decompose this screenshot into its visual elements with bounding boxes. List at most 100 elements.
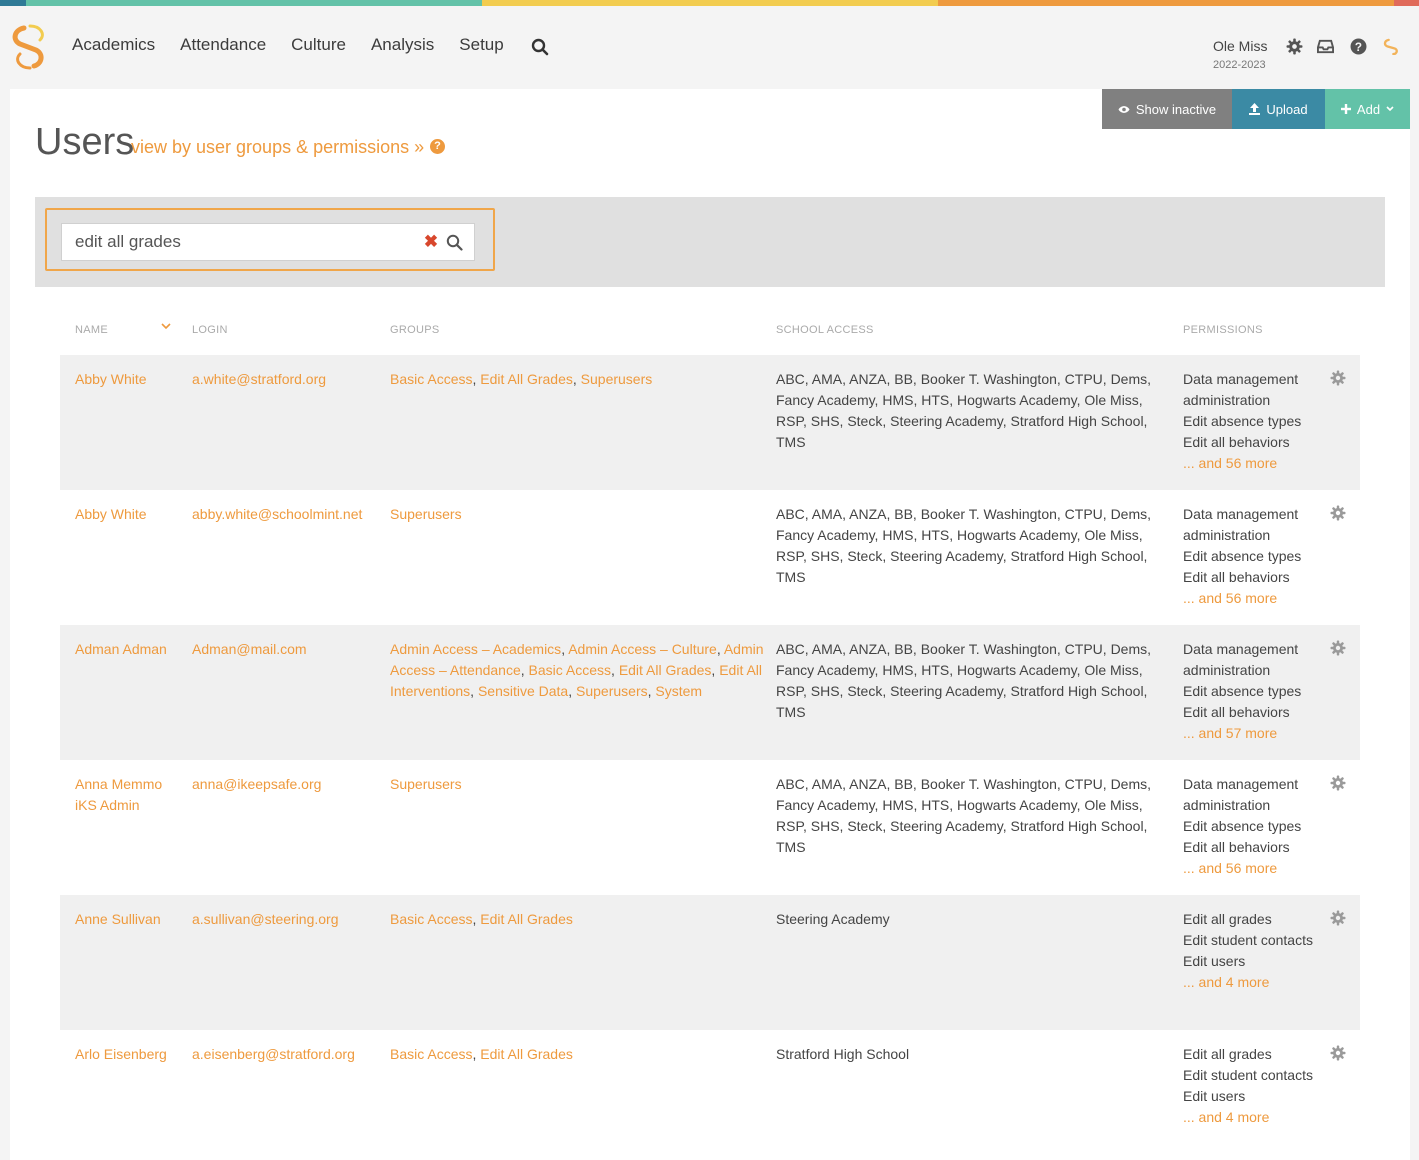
row-settings-gear-icon[interactable]: [1330, 505, 1346, 521]
user-login-link[interactable]: anna@ikeepsafe.org: [192, 774, 387, 795]
table-row: Anna Memmo iKS Admin anna@ikeepsafe.org Su…: [60, 760, 1360, 895]
search-field: ✖: [61, 223, 475, 261]
school-selector[interactable]: Ole Miss 2022-2023: [1213, 38, 1267, 71]
user-name-link[interactable]: Anna Memmo iKS Admin: [75, 774, 185, 816]
user-permissions: Data management administration Edit absen…: [1183, 774, 1313, 879]
user-login-link[interactable]: a.eisenberg@stratford.org: [192, 1044, 387, 1065]
permission-item: Edit all behaviors: [1183, 569, 1290, 585]
inbox-icon[interactable]: [1317, 38, 1334, 55]
nav-academics[interactable]: Academics: [72, 35, 155, 55]
group-link[interactable]: Sensitive Data: [478, 683, 568, 699]
group-link[interactable]: Edit All Grades: [480, 911, 573, 927]
user-permissions: Edit all grades Edit student contacts Edit…: [1183, 1044, 1313, 1128]
eye-icon: [1118, 105, 1130, 113]
table-row: Abby White a.white@stratford.org Basic Acc…: [60, 355, 1360, 490]
permission-item: Edit users: [1183, 1088, 1246, 1104]
user-login-link[interactable]: a.sullivan@steering.org: [192, 909, 387, 930]
column-header-login[interactable]: LOGIN: [192, 324, 228, 336]
permission-item: Edit users: [1183, 953, 1246, 969]
row-settings-gear-icon[interactable]: [1330, 910, 1346, 926]
user-permissions: Edit all grades Edit student contacts Edit…: [1183, 909, 1313, 993]
brand-stripe: [0, 0, 1419, 6]
group-link[interactable]: Edit All Grades: [619, 662, 712, 678]
gear-icon[interactable]: [1286, 38, 1303, 55]
user-permissions: Data management administration Edit absen…: [1183, 504, 1313, 609]
nav-attendance[interactable]: Attendance: [180, 35, 266, 55]
group-link[interactable]: Superusers: [581, 371, 653, 387]
nav-setup[interactable]: Setup: [459, 35, 503, 55]
page-title: Users: [35, 121, 135, 163]
user-name-link[interactable]: Anne Sullivan: [75, 909, 185, 930]
logo-icon[interactable]: [10, 24, 50, 70]
column-header-permissions[interactable]: PERMISSIONS: [1183, 324, 1263, 336]
group-link[interactable]: System: [655, 683, 702, 699]
permissions-view-link[interactable]: view by user groups & permissions »: [131, 137, 424, 158]
group-link[interactable]: Basic Access: [529, 662, 611, 678]
group-link[interactable]: Edit All Grades: [480, 1046, 573, 1062]
row-settings-gear-icon[interactable]: [1330, 775, 1346, 791]
table-row: Anne Sullivan a.sullivan@steering.org Basi…: [60, 895, 1360, 1030]
help-icon[interactable]: ?: [430, 139, 445, 154]
search-icon[interactable]: [446, 234, 463, 251]
search-icon[interactable]: [531, 38, 549, 56]
column-header-name[interactable]: NAME: [75, 324, 108, 336]
nav-culture[interactable]: Culture: [291, 35, 346, 55]
group-link[interactable]: Superusers: [576, 683, 648, 699]
user-name-link[interactable]: Abby White: [75, 369, 185, 390]
group-link[interactable]: Superusers: [390, 506, 462, 522]
permissions-more-link[interactable]: ... and 57 more: [1183, 723, 1313, 744]
school-year: 2022-2023: [1213, 59, 1266, 71]
row-settings-gear-icon[interactable]: [1330, 640, 1346, 656]
help-icon[interactable]: ?: [1350, 38, 1367, 55]
table-row: Abby White abby.white@schoolmint.net Super…: [60, 490, 1360, 625]
permissions-more-link[interactable]: ... and 56 more: [1183, 588, 1313, 609]
permission-item: Data management administration: [1183, 506, 1299, 543]
column-header-groups[interactable]: GROUPS: [390, 324, 439, 336]
group-link[interactable]: Basic Access: [390, 911, 472, 927]
permission-item: Edit absence types: [1183, 818, 1302, 834]
group-link[interactable]: Admin Access – Academics: [390, 641, 561, 657]
table-row: Arlo Eisenberg a.eisenberg@stratford.org B…: [60, 1030, 1360, 1160]
row-settings-gear-icon[interactable]: [1330, 370, 1346, 386]
action-toolbar: Show inactive Upload Add: [1102, 89, 1410, 129]
permission-item: Edit student contacts: [1183, 1067, 1313, 1083]
sort-chevron-icon[interactable]: [160, 321, 172, 331]
table-row: Adman Adman Adman@mail.com Admin Access – …: [60, 625, 1360, 760]
column-header-school-access[interactable]: SCHOOL ACCESS: [776, 324, 874, 336]
user-permissions: Data management administration Edit absen…: [1183, 369, 1313, 474]
group-link[interactable]: Superusers: [390, 776, 462, 792]
school-access: ABC, AMA, ANZA, BB, Booker T. Washington…: [776, 371, 1152, 450]
clear-search-icon[interactable]: ✖: [423, 233, 439, 251]
upload-button[interactable]: Upload: [1232, 89, 1325, 129]
user-name-link[interactable]: Adman Adman: [75, 639, 185, 660]
group-link[interactable]: Edit All Grades: [480, 371, 573, 387]
add-button[interactable]: Add: [1325, 89, 1410, 129]
user-avatar-icon[interactable]: [1383, 38, 1400, 55]
permissions-more-link[interactable]: ... and 56 more: [1183, 453, 1313, 474]
user-groups: Basic Access, Edit All Grades, Superuser…: [390, 371, 653, 387]
permissions-more-link[interactable]: ... and 56 more: [1183, 858, 1313, 879]
user-login-link[interactable]: abby.white@schoolmint.net: [192, 504, 387, 525]
school-name: Ole Miss: [1213, 38, 1268, 54]
user-name-link[interactable]: Abby White: [75, 504, 185, 525]
permissions-more-link[interactable]: ... and 4 more: [1183, 1107, 1313, 1128]
permission-item: Edit absence types: [1183, 413, 1302, 429]
group-link[interactable]: Basic Access: [390, 1046, 472, 1062]
show-inactive-label: Show inactive: [1135, 101, 1217, 117]
group-link[interactable]: Admin Access – Culture: [568, 641, 717, 657]
permission-item: Edit all grades: [1183, 911, 1272, 927]
school-access: Steering Academy: [776, 911, 890, 927]
row-settings-gear-icon[interactable]: [1330, 1045, 1346, 1061]
user-name-link[interactable]: Arlo Eisenberg: [75, 1044, 185, 1065]
permission-item: Edit all behaviors: [1183, 434, 1290, 450]
search-input[interactable]: [62, 224, 412, 260]
group-link[interactable]: Basic Access: [390, 371, 472, 387]
user-login-link[interactable]: Adman@mail.com: [192, 639, 387, 660]
nav-analysis[interactable]: Analysis: [371, 35, 434, 55]
user-permissions: Data management administration Edit absen…: [1183, 639, 1313, 744]
user-login-link[interactable]: a.white@stratford.org: [192, 369, 387, 390]
permissions-more-link[interactable]: ... and 4 more: [1183, 972, 1313, 993]
show-inactive-button[interactable]: Show inactive: [1102, 89, 1232, 129]
user-groups: Basic Access, Edit All Grades: [390, 1046, 573, 1062]
svg-text:?: ?: [1355, 41, 1362, 54]
